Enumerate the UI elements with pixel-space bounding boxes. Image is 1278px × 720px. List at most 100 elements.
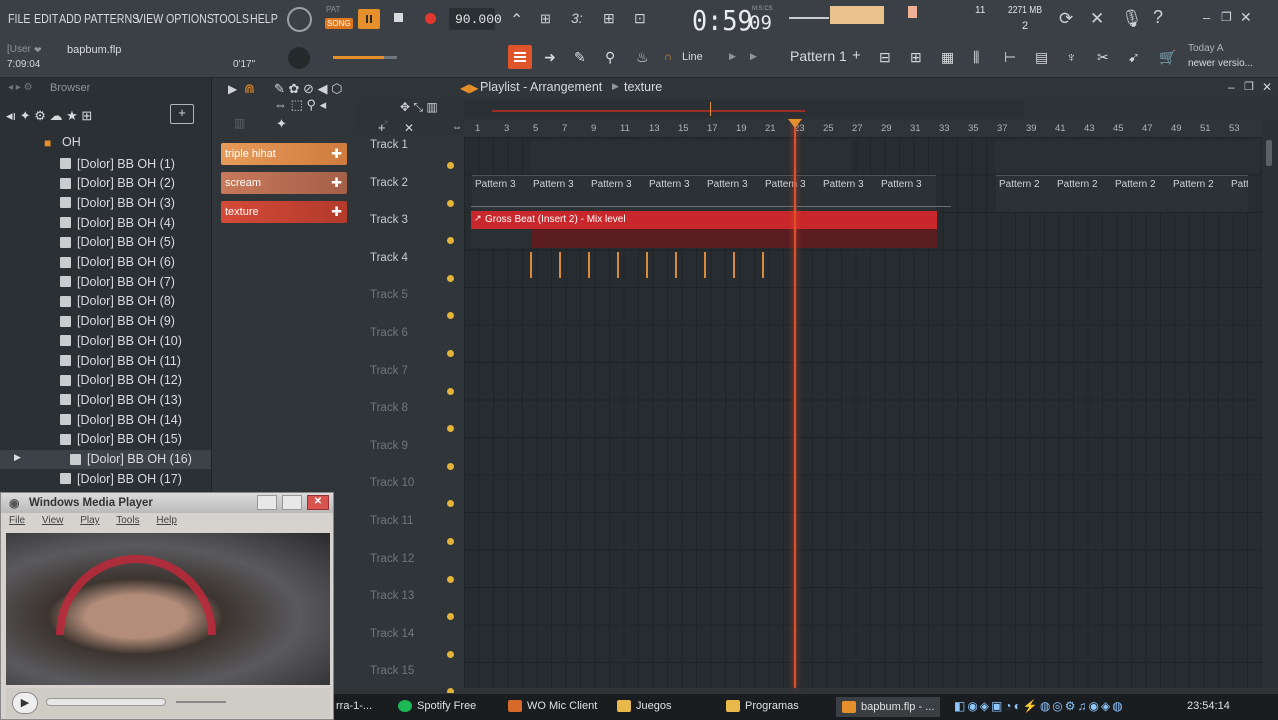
magnet-icon[interactable]: ∩: [664, 51, 672, 63]
track-label[interactable]: Track 12: [370, 553, 414, 565]
brush-icon[interactable]: ✎: [574, 49, 586, 66]
loop-record-icon[interactable]: ⊡: [634, 10, 646, 27]
stop-button[interactable]: [394, 13, 403, 22]
master-pitch-slider[interactable]: [333, 56, 397, 59]
track-enable-icon[interactable]: [447, 350, 454, 357]
reset-icon[interactable]: ⟳: [1059, 9, 1073, 29]
scream-event[interactable]: [675, 252, 677, 278]
tray-icons[interactable]: ◧◉◈▣◔◐⚡◍◎⚙♫◉◈◍: [954, 699, 1125, 713]
browser-item[interactable]: [Dolor] BB OH (4): [60, 213, 175, 232]
track-label[interactable]: Track 8: [370, 402, 408, 414]
master-volume-knob-icon[interactable]: [287, 7, 312, 32]
menu-add[interactable]: ADD: [59, 11, 82, 26]
track-label[interactable]: Track 11: [370, 515, 413, 527]
menu-help[interactable]: HELP: [250, 11, 278, 26]
zoom-icons[interactable]: ✥ ⤡ ▥: [400, 100, 438, 115]
wmp-menu-file[interactable]: File: [9, 515, 25, 526]
taskbar-item-programas[interactable]: Programas: [726, 700, 799, 712]
menu-view[interactable]: VIEW: [136, 11, 163, 26]
scream-event[interactable]: [588, 252, 590, 278]
browser-item[interactable]: [Dolor] BB OH (11): [60, 351, 181, 370]
snap-arrow-icon[interactable]: ▶: [729, 51, 736, 62]
wmp-maximize-icon[interactable]: [282, 495, 302, 510]
browser-item[interactable]: [Dolor] BB OH (17): [60, 469, 182, 488]
scream-event[interactable]: [646, 252, 648, 278]
mixer-icon[interactable]: ⫼: [973, 49, 979, 66]
wmp-menu-view[interactable]: View: [42, 515, 64, 526]
browser-toolbar-icons[interactable]: ◂ı ✦ ⚙ ☁ ★ ⊞: [6, 108, 92, 124]
automation-body[interactable]: [471, 229, 937, 248]
restore-icon[interactable]: ❐: [1221, 10, 1232, 24]
browser-item[interactable]: [Dolor] BB OH (12): [60, 371, 182, 390]
clip-scream[interactable]: scream ✚: [221, 172, 347, 194]
track-enable-icon[interactable]: [447, 237, 454, 245]
picker-audio-icon[interactable]: ✦: [276, 116, 287, 132]
track-enable-icon[interactable]: [447, 613, 454, 621]
scream-event[interactable]: [617, 252, 619, 278]
track-label[interactable]: Track 15: [370, 665, 414, 677]
timeline-ruler[interactable]: 1 3 5 7 9 11 13 15 17 19 21 23 25 27 29 31 33 35 37 39 41 43 4…: [464, 120, 1262, 137]
news-line2[interactable]: newer versio...: [1188, 58, 1253, 69]
track-enable-icon[interactable]: [447, 575, 454, 583]
playlist-toggle-icon[interactable]: ⊟: [879, 49, 891, 66]
pattern-block[interactable]: Pattern 2: [1054, 175, 1112, 212]
playlist-tools-icons[interactable]: ✎ ✿ ⊘ ◀ ⬡ ⇔ ⬚ ⚲ ◂: [274, 81, 354, 113]
expand-arrow-icon[interactable]: ▶: [14, 452, 21, 463]
track-enable-icon[interactable]: [447, 538, 454, 545]
track-enable-icon[interactable]: [447, 500, 454, 508]
playlist-close-icon[interactable]: ✕: [1262, 80, 1272, 94]
media-player-window[interactable]: ◉ Windows Media Player ✕ File View Play …: [0, 492, 334, 720]
track-label[interactable]: Track 3: [370, 214, 408, 226]
minimize-icon[interactable]: –: [1203, 10, 1210, 25]
wmp-menu-play[interactable]: Play: [80, 515, 99, 526]
microphone-icon[interactable]: 🎙: [1121, 9, 1143, 29]
vertical-scroll[interactable]: [1262, 120, 1278, 688]
browser-item[interactable]: [Dolor] BB OH (15): [60, 430, 182, 449]
browser-item[interactable]: [Dolor] BB OH (2): [60, 174, 175, 193]
step-edit-icon[interactable]: ⊞: [603, 10, 615, 27]
menu-edit[interactable]: EDIT: [34, 11, 58, 26]
pattern-selector[interactable]: Pattern 1: [790, 48, 847, 64]
metronome-icon[interactable]: ⌃: [510, 10, 523, 30]
taskbar-item-juegos[interactable]: Juegos: [617, 700, 671, 712]
track-enable-icon[interactable]: [447, 162, 454, 169]
wmp-menu-tools[interactable]: Tools: [116, 515, 139, 526]
browser-item[interactable]: [Dolor] BB OH (8): [60, 292, 175, 311]
browser-item[interactable]: [Dolor] BB OH (3): [60, 193, 175, 212]
track-label[interactable]: Track 14: [370, 628, 414, 640]
record-button[interactable]: [425, 13, 436, 24]
browser-expand-icon[interactable]: +: [170, 104, 194, 124]
delete-track-icon[interactable]: ✕: [404, 121, 414, 135]
scream-event[interactable]: [530, 252, 532, 278]
headphones-icon[interactable]: ⋒: [244, 81, 255, 97]
scream-event[interactable]: [559, 252, 561, 278]
browser-item[interactable]: [Dolor] BB OH (10): [60, 331, 182, 350]
browser-item[interactable]: ▶ [Dolor] BB OH (16): [0, 449, 211, 469]
clip-add-icon[interactable]: ✚: [331, 204, 342, 220]
playhead[interactable]: [794, 120, 796, 688]
track-enable-icon[interactable]: [447, 274, 454, 282]
taskbar-item-fl[interactable]: bapbum.flp - ...: [836, 697, 941, 717]
track-resize-icon[interactable]: ⇔: [452, 122, 462, 133]
track-label[interactable]: Track 7: [370, 365, 408, 377]
automation-clip[interactable]: ↗ Gross Beat (Insert 2) - Mix level: [471, 211, 937, 229]
countdown-icon[interactable]: 3:: [571, 10, 583, 26]
browser-item[interactable]: [Dolor] BB OH (6): [60, 253, 175, 272]
taskbar-item-0[interactable]: rra-1-...: [336, 700, 372, 712]
track-label[interactable]: Track 1: [370, 139, 408, 151]
track-label[interactable]: Track 2: [370, 177, 408, 189]
wmp-minimize-icon[interactable]: [257, 495, 277, 510]
track-enable-icon[interactable]: [447, 387, 454, 395]
track-enable-icon[interactable]: [447, 312, 454, 320]
pattern-block[interactable]: Pattern 2: [996, 175, 1054, 212]
clip-triple-hihat[interactable]: triple hihat ✚: [221, 143, 347, 165]
track-enable-icon[interactable]: [447, 425, 454, 433]
wmp-transport-buttons[interactable]: [46, 698, 166, 706]
pause-button[interactable]: [358, 9, 380, 29]
browser-folder-oh[interactable]: OH: [62, 135, 81, 149]
pattern-block[interactable]: Pattern 2: [1112, 175, 1170, 212]
track-label[interactable]: Track 10: [370, 477, 414, 489]
track-enable-icon[interactable]: [447, 199, 454, 207]
pat-label[interactable]: PAT: [326, 5, 340, 14]
browser-item[interactable]: [Dolor] BB OH (1): [60, 154, 175, 173]
